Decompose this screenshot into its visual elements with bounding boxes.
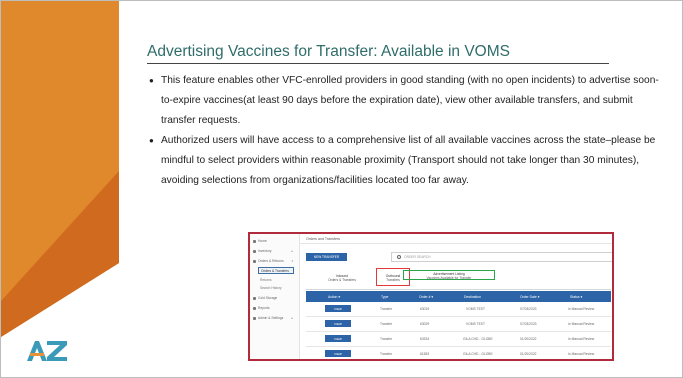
- az-logo-icon: [27, 341, 67, 361]
- chevron-right-icon: ▸: [291, 316, 293, 320]
- column-header-order-date[interactable]: Order Date ▾: [520, 295, 539, 299]
- sidebar-item-orders-returns[interactable]: Orders & Returns ▾: [253, 259, 297, 263]
- title-underline: [147, 63, 609, 65]
- tab-advertisement-listing[interactable]: Advertisement Listing Vaccines Available…: [403, 270, 495, 280]
- column-header-type[interactable]: Type: [381, 295, 388, 299]
- view-button[interactable]: VIEW: [325, 320, 351, 327]
- table-row: VIEW Transfer 63029 VOMS TEST 07/03/2023…: [306, 317, 611, 332]
- new-transfer-button[interactable]: NEW TRANSFER: [306, 253, 347, 261]
- table-row: VIEW Transfer 63015 VOMS TEST 07/03/2023…: [306, 302, 611, 317]
- bullet-item: Authorized users will have access to a c…: [149, 131, 669, 191]
- view-button[interactable]: VIEW: [325, 305, 351, 312]
- sidebar-item-cold-storage[interactable]: Cold Storage: [253, 296, 277, 300]
- sidebar-subitem-orders-transfers[interactable]: Orders & Transfers: [258, 267, 294, 274]
- view-button[interactable]: VIEW: [325, 335, 351, 342]
- view-button[interactable]: VIEW: [325, 350, 351, 357]
- bullet-list: This feature enables other VFC-enrolled …: [149, 71, 669, 191]
- sidebar-subitem-search-history[interactable]: Search History: [260, 286, 282, 290]
- chart-icon: [253, 306, 256, 310]
- search-placeholder: ORDER SEARCH: [404, 255, 431, 259]
- table-header: Action ▾ Type Order # ▾ Destination Orde…: [306, 291, 611, 302]
- sidebar-item-reports[interactable]: Reports: [253, 306, 270, 310]
- box-icon: [253, 249, 256, 253]
- snowflake-icon: [253, 296, 256, 300]
- table-row: VIEW Transfer 61553 GILA CHD - GLOBE 01/…: [306, 347, 611, 359]
- gear-icon: [253, 316, 256, 320]
- page-header: Orders and Transfers: [300, 234, 612, 244]
- tab-divider: [306, 289, 611, 290]
- search-icon: [397, 255, 401, 259]
- column-header-action[interactable]: Action ▾: [328, 295, 340, 299]
- home-icon: [253, 239, 256, 243]
- sidebar-item-admin-settings[interactable]: Admin & Settings ▸: [253, 316, 297, 320]
- column-header-order[interactable]: Order # ▾: [419, 295, 433, 299]
- table-row: VIEW Transfer 63334 GILA CHD - GLOBE 01/…: [306, 332, 611, 347]
- slide: Advertising Vaccines for Transfer: Avail…: [0, 0, 683, 378]
- sidebar-item-inventory[interactable]: Inventory ▸: [253, 249, 297, 253]
- sidebar-item-home[interactable]: Home: [253, 239, 267, 243]
- chevron-down-icon: ▾: [291, 259, 293, 263]
- slide-title: Advertising Vaccines for Transfer: Avail…: [147, 43, 510, 60]
- cart-icon: [253, 259, 256, 263]
- tab-inbound[interactable]: Inbound Orders & Transfers: [312, 274, 372, 283]
- column-header-destination[interactable]: Destination: [464, 295, 481, 299]
- sidebar: Home Inventory ▸ Orders & Returns ▾ Orders…: [250, 234, 300, 359]
- bullet-item: This feature enables other VFC-enrolled …: [149, 71, 669, 131]
- chevron-right-icon: ▸: [291, 249, 293, 253]
- sidebar-subitem-returns[interactable]: Returns: [260, 278, 272, 282]
- voms-screenshot: Home Inventory ▸ Orders & Returns ▾ Orders…: [248, 232, 614, 361]
- order-search-input[interactable]: ORDER SEARCH: [391, 252, 612, 262]
- column-header-status[interactable]: Status ▾: [570, 295, 582, 299]
- decorative-triangle: [1, 171, 119, 377]
